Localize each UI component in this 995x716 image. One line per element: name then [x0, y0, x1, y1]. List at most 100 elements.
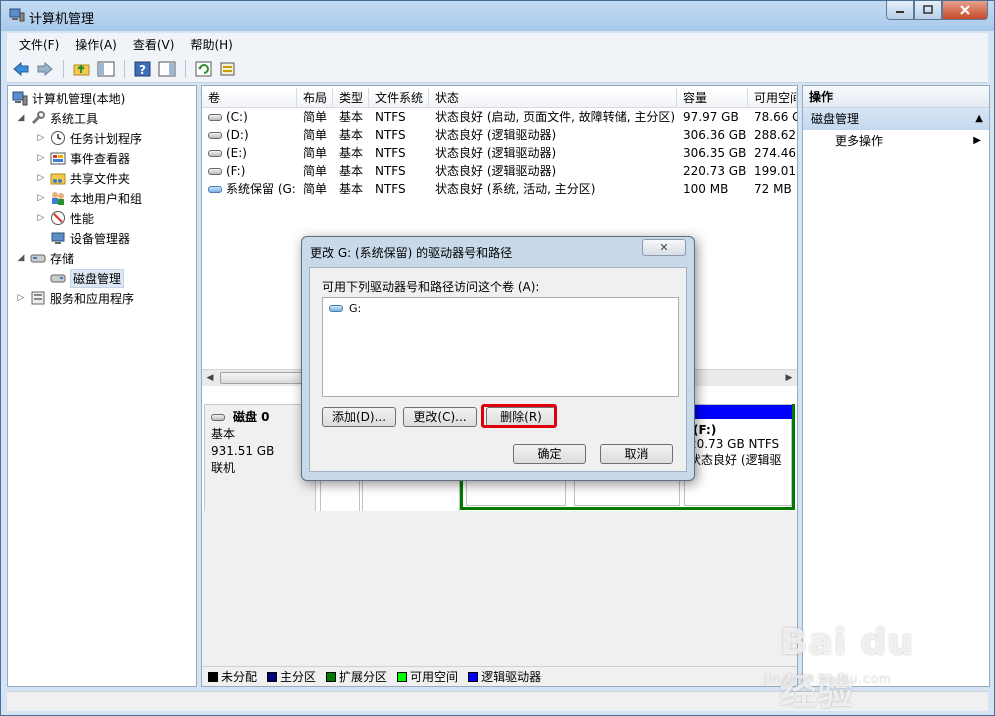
volume-status: 状态良好 (逻辑驱动器)	[435, 128, 557, 142]
expand-arrow-icon[interactable]: ▷	[36, 133, 46, 143]
volume-free: 288.62	[754, 128, 796, 142]
column-header-capacity[interactable]: 容量	[677, 88, 748, 108]
dialog-prompt: 可用下列驱动器号和路径访问这个卷 (A):	[322, 280, 540, 294]
volume-row[interactable]: (D:) 简单 基本 NTFS 状态良好 (逻辑驱动器) 306.36 GB 2…	[202, 126, 797, 144]
change-drive-letter-dialog: 更改 G: (系统保留) 的驱动器号和路径 ✕ 可用下列驱动器号和路径访问这个卷…	[301, 236, 695, 481]
column-header-layout[interactable]: 布局	[297, 88, 333, 108]
tree-item-system-tools[interactable]: ◢ 系统工具	[16, 108, 98, 128]
partition-f-status: 状态良好 (逻辑驱	[689, 453, 782, 467]
volume-icon	[208, 114, 222, 121]
toolbar-separator	[63, 59, 64, 78]
tree-item-root[interactable]: 计算机管理(本地)	[12, 88, 125, 108]
volume-row[interactable]: (F:) 简单 基本 NTFS 状态良好 (逻辑驱动器) 220.73 GB 1…	[202, 162, 797, 180]
tree-item-services[interactable]: ▷ 服务和应用程序	[16, 288, 134, 308]
tree-item-device-manager[interactable]: 设备管理器	[50, 228, 130, 248]
more-actions-item[interactable]: 更多操作 ▶	[803, 130, 989, 152]
drive-letter-list[interactable]: G:	[322, 297, 679, 397]
collapse-arrow-icon[interactable]: ◢	[16, 113, 26, 123]
refresh-button[interactable]	[194, 59, 214, 79]
disk-state: 联机	[211, 461, 236, 475]
volume-row[interactable]: 系统保留 (G:) 简单 基本 NTFS 状态良好 (系统, 活动, 主分区) …	[202, 180, 797, 198]
tree-label: 事件查看器	[70, 151, 131, 166]
dialog-body: 可用下列驱动器号和路径访问这个卷 (A): G: 添加(D)... 更改(C).…	[309, 267, 687, 472]
users-icon	[52, 192, 64, 205]
tree-item-event-viewer[interactable]: ▷ 事件查看器	[36, 148, 130, 168]
add-button[interactable]: 添加(D)...	[322, 407, 396, 427]
volume-row[interactable]: (C:) 简单 基本 NTFS 状态良好 (启动, 页面文件, 故障转储, 主分…	[202, 108, 797, 126]
collapse-arrow-icon[interactable]: ◢	[16, 253, 26, 263]
volume-name: (F:)	[226, 164, 246, 178]
volume-capacity: 220.73 GB	[683, 164, 747, 178]
console-tree-icon	[97, 61, 115, 76]
scroll-right-icon[interactable]: ▶	[781, 370, 797, 386]
title-bar[interactable]: 计算机管理	[1, 1, 994, 31]
tree-item-performance[interactable]: ▷ 性能	[36, 208, 94, 228]
disk-icon	[211, 414, 225, 421]
tree-item-storage[interactable]: ◢ 存储	[16, 248, 74, 268]
shared-folder-icon	[50, 173, 66, 185]
column-header-status[interactable]: 状态	[429, 88, 677, 108]
menu-help[interactable]: 帮助(H)	[182, 36, 240, 53]
partition-f[interactable]: (F:) 20.73 GB NTFS 状态良好 (逻辑驱	[684, 404, 792, 506]
minimize-button[interactable]	[886, 1, 914, 20]
volume-icon	[329, 305, 343, 312]
legend-label: 可用空间	[410, 670, 459, 684]
scrollbar-thumb[interactable]	[220, 372, 310, 384]
legend-label: 主分区	[280, 670, 317, 684]
actions-section-label: 磁盘管理	[811, 112, 860, 126]
tree-item-shared-folders[interactable]: ▷ 共享文件夹	[36, 168, 130, 188]
legend-label: 逻辑驱动器	[481, 670, 542, 684]
column-header-filesystem[interactable]: 文件系统	[369, 88, 429, 108]
back-button[interactable]	[11, 59, 31, 79]
volume-list-header: 卷 布局 类型 文件系统 状态 容量 可用空间	[202, 88, 797, 108]
menu-file[interactable]: 文件(F)	[11, 36, 67, 53]
show-hide-tree-button[interactable]	[96, 59, 116, 79]
up-folder-button[interactable]	[72, 59, 92, 79]
menu-view[interactable]: 查看(V)	[125, 36, 183, 53]
more-actions-label: 更多操作	[835, 134, 884, 148]
cancel-button[interactable]: 取消	[600, 444, 673, 464]
dialog-close-button[interactable]: ✕	[642, 239, 686, 256]
back-arrow-icon	[13, 61, 29, 76]
maximize-icon	[923, 5, 933, 14]
actions-header: 操作	[803, 86, 989, 108]
column-header-volume[interactable]: 卷	[202, 88, 297, 108]
collapse-up-icon[interactable]: ▲	[975, 108, 983, 130]
window-controls	[886, 1, 988, 21]
volume-filesystem: NTFS	[375, 164, 406, 178]
volume-type: 基本	[339, 128, 364, 142]
ok-button[interactable]: 确定	[513, 444, 586, 464]
list-item[interactable]: G:	[329, 302, 361, 315]
show-hide-action-button[interactable]	[157, 59, 177, 79]
tree-item-local-users[interactable]: ▷ 本地用户和组	[36, 188, 142, 208]
tree-item-disk-management[interactable]: 磁盘管理	[50, 268, 125, 288]
column-header-free-space[interactable]: 可用空间	[748, 88, 797, 108]
maximize-button[interactable]	[914, 1, 942, 20]
expand-arrow-icon[interactable]: ▷	[36, 173, 46, 183]
volume-row[interactable]: (E:) 简单 基本 NTFS 状态良好 (逻辑驱动器) 306.35 GB 2…	[202, 144, 797, 162]
action-pane-icon	[158, 61, 176, 76]
expand-arrow-icon[interactable]: ▷	[36, 153, 46, 163]
services-icon	[31, 291, 45, 305]
close-button[interactable]	[942, 1, 988, 20]
scroll-left-icon[interactable]: ◀	[202, 370, 218, 386]
help-button[interactable]: ?	[133, 59, 153, 79]
disk-0-label[interactable]: 磁盘 0 基本 931.51 GB 联机	[204, 404, 316, 512]
submenu-arrow-icon: ▶	[973, 135, 981, 146]
actions-section-disk-management[interactable]: 磁盘管理 ▲	[803, 108, 989, 130]
tree-item-task-scheduler[interactable]: ▷ 任务计划程序	[36, 128, 142, 148]
expand-arrow-icon[interactable]: ▷	[36, 213, 46, 223]
column-header-type[interactable]: 类型	[333, 88, 369, 108]
forward-button[interactable]	[35, 59, 55, 79]
volume-name: (E:)	[226, 146, 247, 160]
volume-type: 基本	[339, 182, 364, 196]
properties-button[interactable]	[218, 59, 238, 79]
change-button[interactable]: 更改(C)...	[403, 407, 477, 427]
expand-arrow-icon[interactable]: ▷	[36, 193, 46, 203]
tree-label: 共享文件夹	[70, 171, 131, 186]
menu-action[interactable]: 操作(A)	[67, 36, 125, 53]
tree-label: 存储	[50, 251, 75, 266]
volume-type: 基本	[339, 146, 364, 160]
toolbar-separator	[185, 59, 186, 78]
expand-arrow-icon[interactable]: ▷	[16, 293, 26, 303]
